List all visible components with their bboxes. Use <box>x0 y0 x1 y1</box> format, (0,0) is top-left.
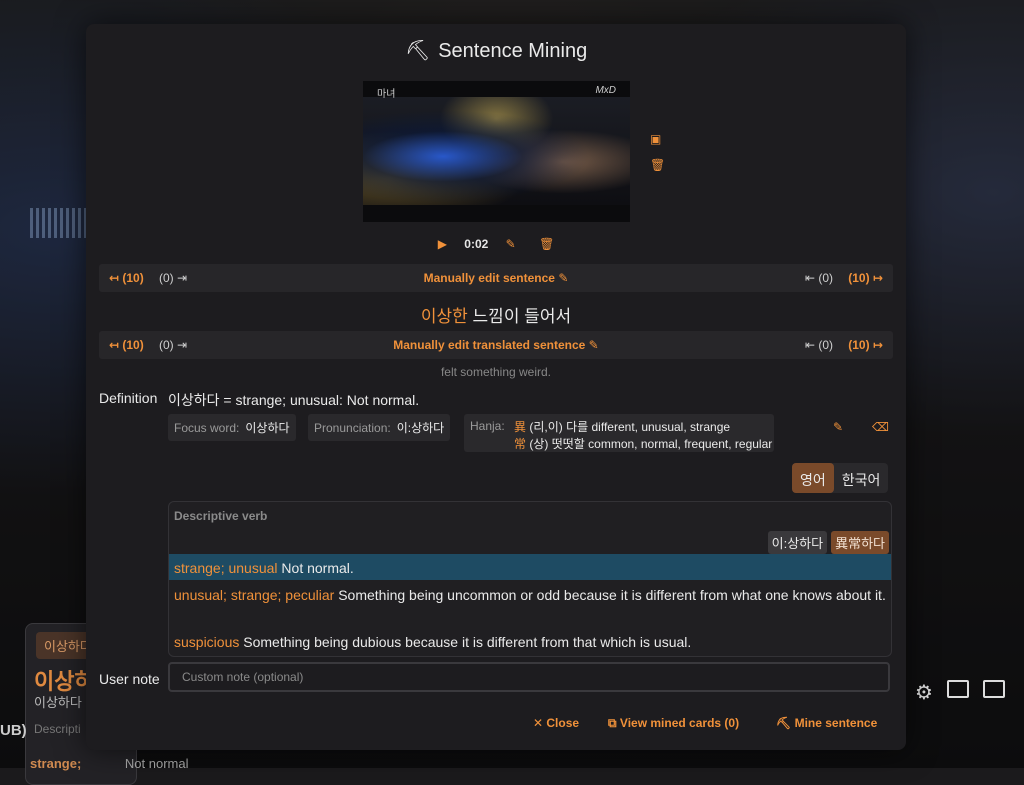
dialog-title: ⛏ Sentence Mining <box>86 38 906 63</box>
sense-definition: Not normal. <box>277 560 354 576</box>
dictionary-language-toggle: 영어 한국어 <box>792 463 889 493</box>
background-bottom-text: strange; Not normal <box>30 756 189 771</box>
sense-item[interactable]: unusual; strange; peculiar Something bei… <box>169 581 891 609</box>
dialog-title-text: Sentence Mining <box>438 40 588 62</box>
hanja-meaning: (리,이) 다를 different, unusual, strange <box>526 420 731 434</box>
manually-edit-translation-button[interactable]: Manually edit translated sentence ✎ <box>99 338 893 352</box>
clear-definition-icon[interactable]: ⌫ <box>872 420 889 434</box>
theater-icon <box>982 680 1005 698</box>
hanja-char: 異 <box>514 420 527 434</box>
delete-image-icon[interactable]: 🗑 <box>650 158 665 172</box>
focus-word-chip: Focus word: 이상하다 <box>168 414 296 441</box>
edit-definition-icon[interactable]: ✎ <box>833 420 843 434</box>
sense-item[interactable]: suspicious Something being dubious becau… <box>169 628 891 656</box>
sense-words: suspicious <box>174 634 240 650</box>
pencil-icon: ✎ <box>588 338 599 352</box>
audio-controls: ▶ 0:02 ✎ 🗑 <box>86 236 906 251</box>
background-bottom-def: Not normal <box>124 756 189 771</box>
hanja-char: 常 <box>514 437 527 451</box>
tab-english[interactable]: 영어 <box>792 463 834 493</box>
video-scene <box>363 97 630 205</box>
focus-word-key: Focus word: <box>174 421 240 435</box>
sense-words: strange; unusual <box>174 560 278 576</box>
gear-icon: ⚙ <box>915 682 933 704</box>
pickaxe-icon: ⛏ <box>404 40 431 62</box>
manually-edit-translation-label: Manually edit translated sentence <box>393 338 586 352</box>
hanja-line: 異 (리,이) 다를 different, unusual, strange <box>514 418 730 435</box>
extend-end-button[interactable]: (10) ↦ <box>848 271 883 285</box>
manually-edit-sentence-button[interactable]: Manually edit sentence ✎ <box>99 271 893 285</box>
hanja-line: 常 (상) 떳떳할 common, normal, frequent, regu… <box>514 435 772 452</box>
background-left-text: UB) <box>0 722 27 739</box>
pronunciation-tag: 이:상하다 <box>767 531 828 554</box>
background-card-desc: Descripti <box>34 722 81 736</box>
background-player-controls: ⚙ <box>915 680 1005 705</box>
pronunciation-value: 이:상하다 <box>396 421 445 435</box>
image-icon[interactable]: ▣ <box>650 132 661 146</box>
mine-sentence-label: Mine sentence <box>794 716 878 730</box>
sense-words: unusual; strange; peculiar <box>174 587 335 603</box>
edit-audio-icon[interactable]: ✎ <box>506 237 516 251</box>
miniplayer-icon <box>946 680 969 698</box>
hanja-tag: 異常하다 <box>831 531 889 554</box>
tab-korean[interactable]: 한국어 <box>834 463 889 493</box>
entry-tags: 이:상하다 異常하다 <box>767 531 889 554</box>
translated-sentence: felt something weird. <box>440 365 552 379</box>
pronunciation-chip: Pronunciation: 이:상하다 <box>308 414 451 441</box>
mined-sentence: 이상한 느낌이 들어서 <box>86 302 906 327</box>
view-mined-cards-label: View mined cards (0) <box>619 716 740 730</box>
pickaxe-icon: ⛏ <box>776 716 792 730</box>
manually-edit-sentence-label: Manually edit sentence <box>423 271 555 285</box>
background-card-reading: 이상하다 <box>34 695 82 710</box>
dictionary-entry: Descriptive verb 이:상하다 異常하다 strange; unu… <box>168 501 892 657</box>
video-watermark-left: 마녀 <box>377 89 396 100</box>
user-note-label: User note <box>99 671 160 687</box>
translation-extend-end-button[interactable]: (10) ↦ <box>848 338 883 352</box>
pencil-icon: ✎ <box>558 271 569 285</box>
sentence-edit-bar: ↤ (10) (0) ⇥ Manually edit sentence ✎ ⇤ … <box>99 264 893 292</box>
hanja-meaning: (상) 떳떳할 common, normal, frequent, regula… <box>526 437 773 451</box>
sentence-mining-dialog: ⛏ Sentence Mining 마녀 MxD ▣ 🗑 ▶ 0:02 ✎ 🗑 ↤… <box>86 24 906 750</box>
video-watermark-right: MxD <box>595 85 616 96</box>
definition-text: 이상하다 = strange; unusual: Not normal. <box>168 392 420 408</box>
mine-sentence-button[interactable]: ⛏ Mine sentence <box>776 716 877 730</box>
sense-definition: Something being uncommon or odd because … <box>334 587 886 603</box>
focus-word-value: 이상하다 <box>245 421 290 435</box>
sentence-highlight-word: 이상한 <box>420 307 468 326</box>
play-icon[interactable]: ▶ <box>438 237 447 251</box>
external-link-icon: ⧉ <box>608 716 617 730</box>
close-button[interactable]: ✕ Close <box>533 716 579 730</box>
trim-end-button[interactable]: ⇤ (0) <box>805 271 833 285</box>
audio-time: 0:02 <box>464 236 489 251</box>
background-bottom-word: strange; <box>30 756 82 771</box>
translation-trim-end-button[interactable]: ⇤ (0) <box>805 338 833 352</box>
hanja-key: Hanja: <box>470 419 505 433</box>
delete-audio-icon[interactable]: 🗑 <box>539 237 554 251</box>
sense-definition: Something being dubious because it is di… <box>239 634 692 650</box>
user-note-input[interactable] <box>168 662 890 692</box>
definition-label: Definition <box>99 390 158 406</box>
sense-item[interactable]: strange; unusual Not normal. <box>169 554 891 580</box>
view-mined-cards-button[interactable]: ⧉ View mined cards (0) <box>608 716 739 731</box>
sentence-rest: 느낌이 들어서 <box>467 307 572 326</box>
translation-edit-bar: ↤ (10) (0) ⇥ Manually edit translated se… <box>99 331 893 359</box>
part-of-speech: Descriptive verb <box>174 509 268 523</box>
hanja-chip: Hanja: 異 (리,이) 다를 different, unusual, st… <box>464 414 774 452</box>
video-clip-preview[interactable]: 마녀 MxD <box>363 81 630 222</box>
pronunciation-key: Pronunciation: <box>314 421 391 435</box>
